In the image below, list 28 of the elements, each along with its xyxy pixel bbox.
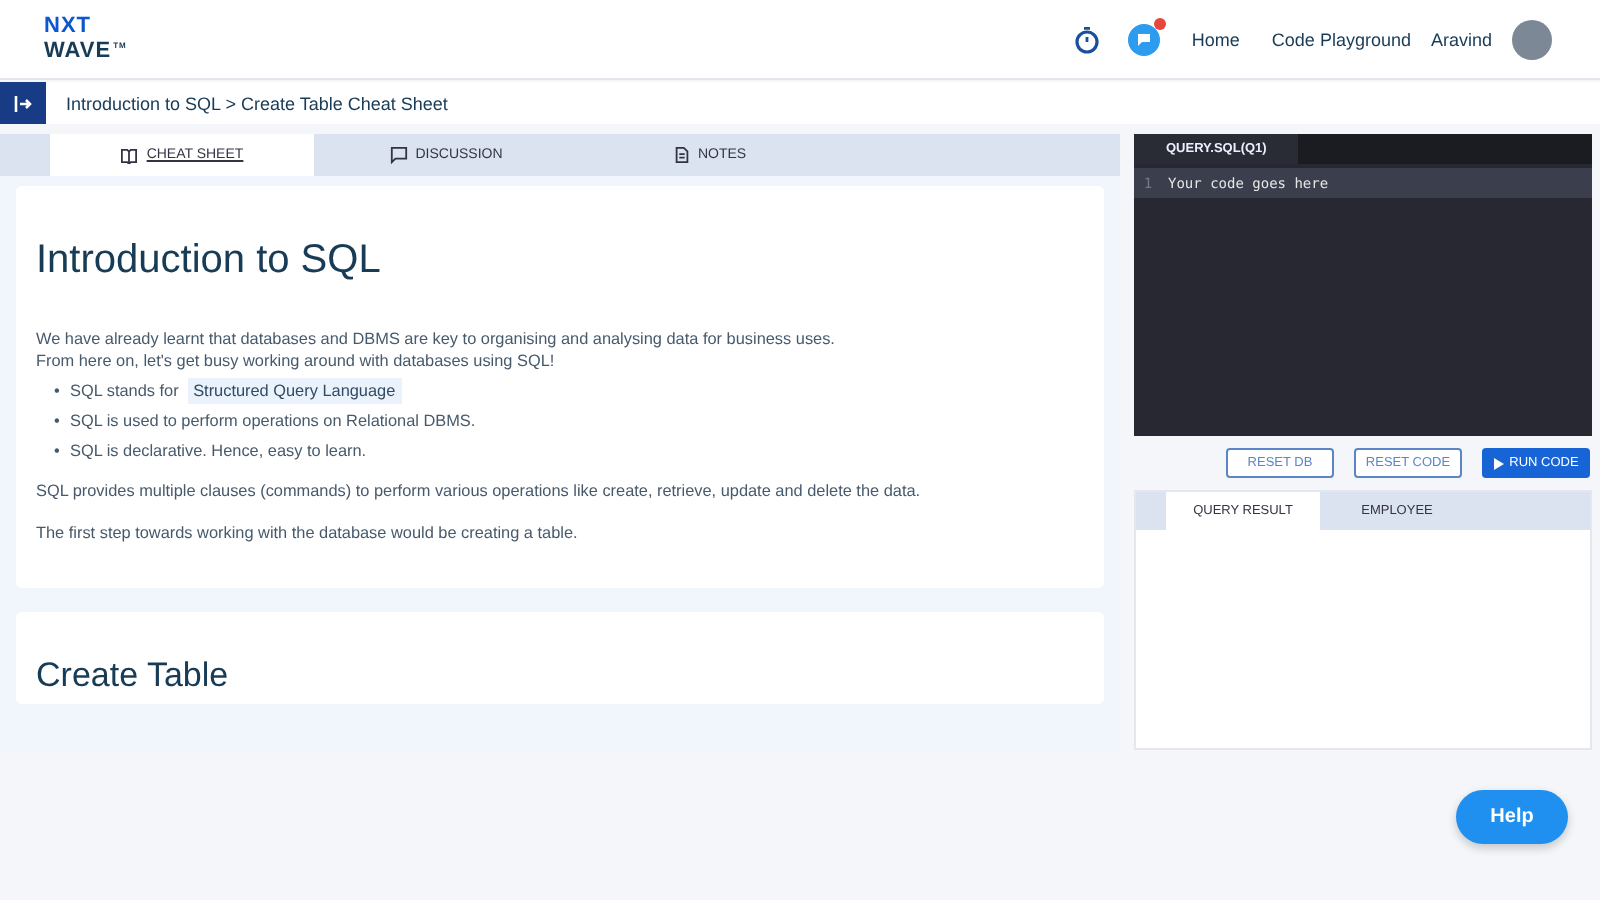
- bullet-marker: •: [54, 412, 62, 430]
- document-icon: [673, 146, 690, 164]
- section-title: Create Table: [36, 656, 231, 696]
- bullet-text: SQL is declarative. Hence, easy to learn.: [70, 442, 367, 460]
- bullet-marker: •: [54, 442, 62, 460]
- nav-link[interactable]: Code Playground: [1271, 29, 1411, 49]
- play-icon: [1493, 457, 1504, 469]
- logo-text: NXT: [44, 16, 93, 37]
- article-title: Introduction to SQL: [36, 238, 383, 284]
- bullet-marker: •: [54, 382, 62, 400]
- sidebar-toggle-button[interactable]: [0, 82, 46, 124]
- chat-icon: [1135, 31, 1152, 47]
- paragraph: SQL provides multiple clauses (commands) to perform various operations like create, retrieve, update and delete the data.: [36, 480, 923, 502]
- avatar[interactable]: [1512, 19, 1552, 59]
- book-icon: [120, 147, 139, 163]
- bullet-text: SQL is used to perform operations on Relational DBMS.: [70, 412, 476, 430]
- user-name[interactable]: Aravind: [1430, 29, 1492, 49]
- breadcrumb: Introduction to SQL > Create Table Cheat Sheet: [66, 93, 448, 113]
- stopwatch-icon[interactable]: [1073, 25, 1100, 53]
- chat-icon: [389, 146, 408, 164]
- chat-button[interactable]: [1127, 23, 1160, 55]
- sidebar-toggle-icon: [13, 95, 33, 111]
- bullet-text: SQL stands for: [70, 382, 179, 400]
- paragraph: From here on, let's get busy working around with databases using SQL!: [36, 352, 555, 370]
- nav-link[interactable]: Home: [1191, 29, 1240, 49]
- paragraph: The first step towards working with the database would be creating a table.: [36, 522, 580, 544]
- code-term: Structured Query Language: [187, 378, 402, 404]
- paragraph: We have already learnt that databases and DBMS are key to organising and analysing data for business uses.: [36, 330, 835, 348]
